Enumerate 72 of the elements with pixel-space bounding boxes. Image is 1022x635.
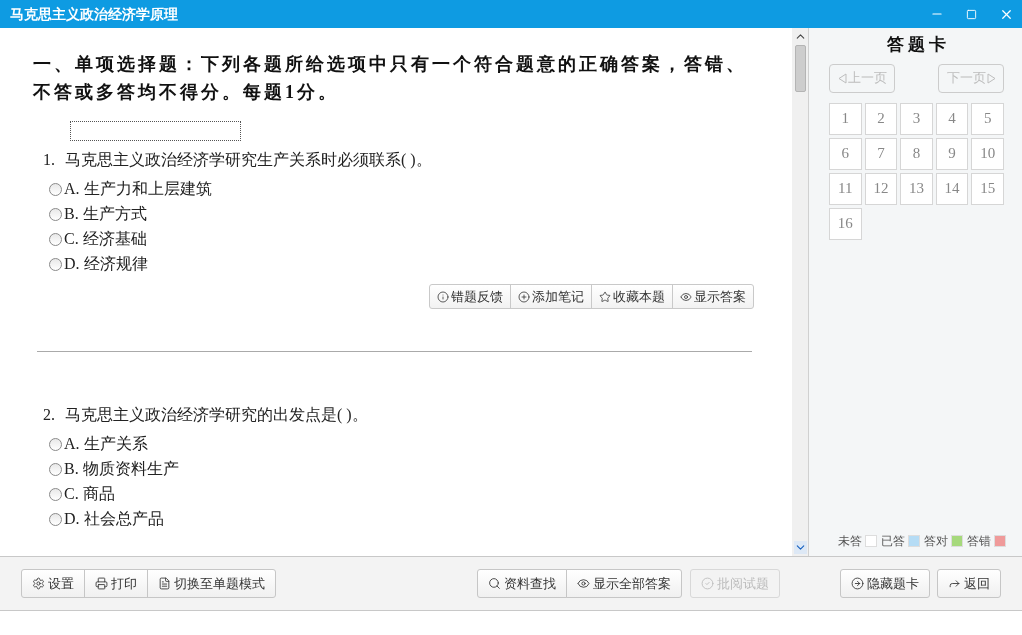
- option-text: C. 商品: [64, 484, 115, 504]
- radio-button[interactable]: [49, 437, 62, 451]
- option-text: C. 经济基础: [64, 229, 147, 249]
- scroll-down-icon[interactable]: [793, 541, 807, 554]
- toolbar-button[interactable]: 返回: [937, 569, 1001, 598]
- question-number-button[interactable]: 5: [971, 102, 1004, 135]
- question-number-button[interactable]: 11: [829, 172, 862, 205]
- legend-label: 答对: [924, 533, 948, 550]
- question-number-button[interactable]: 6: [829, 137, 862, 170]
- window-title: 马克思主义政治经济学原理: [10, 5, 178, 24]
- maximize-icon[interactable]: [966, 8, 977, 20]
- option-text: A. 生产关系: [64, 434, 148, 454]
- radio-button[interactable]: [49, 487, 62, 501]
- scrollbar[interactable]: [792, 28, 808, 556]
- forward-arrow-icon: [948, 577, 961, 590]
- radio-button[interactable]: [49, 207, 62, 221]
- toolbar-button[interactable]: 隐藏题卡: [840, 569, 930, 598]
- question-number-button[interactable]: 9: [935, 137, 969, 170]
- option-text: B. 物质资料生产: [64, 459, 179, 479]
- question-number-button[interactable]: 16: [829, 207, 862, 240]
- question-number-button[interactable]: 3: [900, 102, 933, 135]
- toolbar-button[interactable]: 资料查找: [477, 569, 567, 598]
- search-icon: [488, 577, 501, 590]
- radio-button[interactable]: [49, 232, 62, 246]
- radio-button[interactable]: [49, 182, 62, 196]
- settings-icon: [32, 577, 45, 590]
- toolbar-button[interactable]: 切换至单题模式: [147, 569, 276, 598]
- toolbar-button[interactable]: 显示全部答案: [566, 569, 682, 598]
- question-number: 2.: [43, 406, 55, 423]
- question-number-button[interactable]: 15: [971, 172, 1004, 205]
- option-text: D. 经济规律: [64, 254, 148, 274]
- printer-icon: [95, 577, 108, 590]
- info-icon: [437, 290, 449, 303]
- radio-button[interactable]: [49, 512, 62, 526]
- question-number-button[interactable]: 4: [935, 102, 969, 135]
- document-icon: [158, 577, 171, 590]
- question-action-button[interactable]: 收藏本题: [591, 284, 673, 309]
- question-action-button[interactable]: 错题反馈: [429, 284, 511, 309]
- question-number-button[interactable]: 12: [864, 172, 898, 205]
- question-number-button[interactable]: 7: [864, 137, 898, 170]
- question-number-button[interactable]: 14: [935, 172, 969, 205]
- legend-label: 答错: [967, 533, 991, 550]
- question-action-button[interactable]: 添加笔记: [510, 284, 592, 309]
- question-text: 马克思主义政治经济学研究的出发点是( )。: [65, 406, 368, 423]
- right-triangle-icon: [986, 72, 996, 84]
- radio-button[interactable]: [49, 257, 62, 271]
- arrow-circle-icon: [851, 577, 864, 590]
- toolbar-button[interactable]: 打印: [84, 569, 148, 598]
- eye-icon: [680, 290, 692, 303]
- left-triangle-icon: [837, 72, 847, 84]
- plus-icon: [518, 290, 530, 303]
- question-number-button[interactable]: 2: [864, 102, 898, 135]
- section-heading: 一、单项选择题：下列各题所给选项中只有一个符合题意的正确答案，答错、不答或多答均不得分。每题1分。: [33, 53, 748, 104]
- check-icon: [701, 577, 714, 590]
- question-number: 1.: [43, 151, 55, 168]
- legend-label: 已答: [881, 533, 905, 550]
- eye-icon: [577, 577, 590, 590]
- option-text: D. 社会总产品: [64, 509, 164, 529]
- option-text: A. 生产力和上层建筑: [64, 179, 212, 199]
- toolbar-button[interactable]: 设置: [21, 569, 85, 598]
- question-text: 马克思主义政治经济学研究生产关系时必须联系( )。: [65, 151, 432, 168]
- scroll-thumb[interactable]: [794, 45, 806, 92]
- question-action-button[interactable]: 显示答案: [672, 284, 754, 309]
- answer-card-title: 答 题 卡: [885, 34, 948, 56]
- option-text: B. 生产方式: [64, 204, 147, 224]
- question-number-button[interactable]: 1: [829, 102, 862, 135]
- radio-button[interactable]: [49, 462, 62, 476]
- question-number-button[interactable]: 8: [900, 137, 933, 170]
- question-number-button[interactable]: 10: [971, 137, 1004, 170]
- legend-label: 未答: [838, 533, 862, 550]
- question-number-button[interactable]: 13: [900, 172, 933, 205]
- star-icon: [599, 290, 611, 303]
